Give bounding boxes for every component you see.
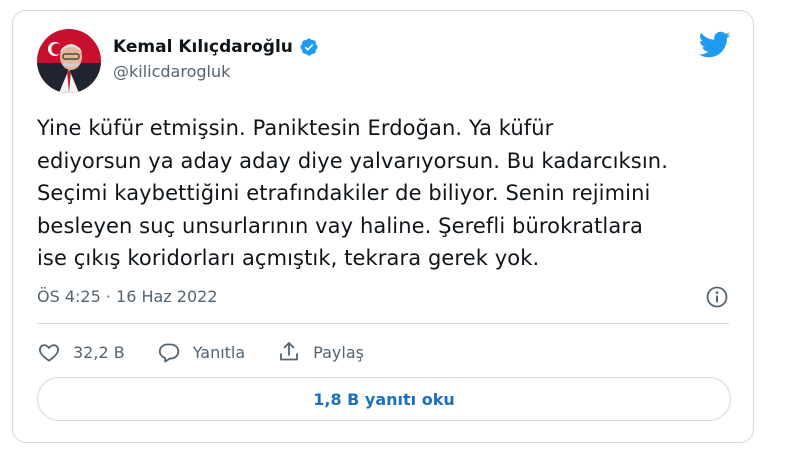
tweet-card: Kemal Kılıçdaroğlu @kilicdarogluk Yine k…: [12, 10, 754, 443]
tweet-text-line: besleyen suç unsurlarının vay haline. Şe…: [37, 213, 644, 238]
speech-bubble-icon: [158, 343, 179, 363]
reply-label: Yanıtla: [192, 342, 246, 362]
author-handle[interactable]: @kilicdarogluk: [113, 62, 230, 81]
heart-icon: [39, 344, 59, 362]
verified-badge-icon: [299, 37, 319, 57]
tweet-actions: 32,2 B Yanıtla Paylaş: [37, 340, 396, 364]
tweet-text-line: ise çıkış koridorları açmıştık, tekrara …: [37, 246, 540, 270]
author-name-row[interactable]: Kemal Kılıçdaroğlu: [113, 37, 319, 57]
tweet-text-line: Seçimi kaybettiğini etrafındakiler de bi…: [37, 181, 651, 205]
tweet-timestamp[interactable]: ÖS 4:25 · 16 Haz 2022: [37, 287, 218, 306]
share-icon: [280, 342, 299, 361]
twitter-bird-icon[interactable]: [698, 31, 731, 59]
tweet-text-line: ediyorsun ya aday aday diye yalvarıyorsu…: [37, 148, 668, 173]
like-button[interactable]: 32,2 B: [37, 340, 125, 364]
info-icon[interactable]: [705, 285, 729, 309]
tweet-text-line: Yine küfür etmişsin. Paniktesin Erdoğan.…: [37, 116, 554, 140]
author-name[interactable]: Kemal Kılıçdaroğlu: [113, 37, 293, 57]
tweet-text: Yine küfür etmişsin. Paniktesin Erdoğan.…: [37, 112, 737, 275]
avatar[interactable]: [37, 29, 101, 93]
share-label: Paylaş: [313, 342, 364, 362]
reply-button[interactable]: Yanıtla: [157, 340, 245, 364]
like-count: 32,2 B: [73, 342, 125, 362]
share-button[interactable]: Paylaş: [277, 340, 364, 364]
divider: [37, 323, 729, 324]
read-replies-button[interactable]: 1,8 B yanıtı oku: [37, 377, 731, 421]
